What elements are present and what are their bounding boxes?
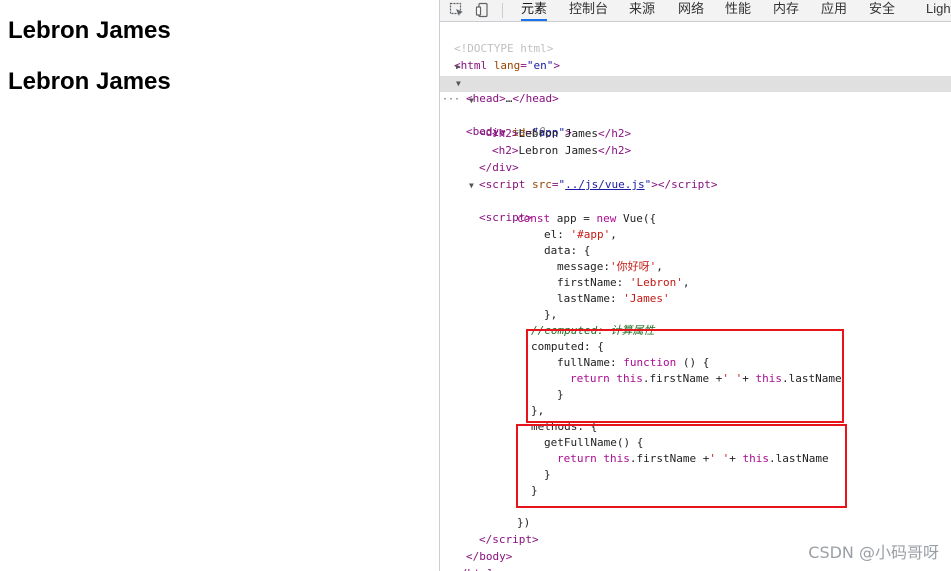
tab-sources[interactable]: 来源 <box>629 0 655 21</box>
tab-console[interactable]: 控制台 <box>569 0 608 21</box>
collapse-triangle-icon[interactable]: ▼ <box>469 97 477 105</box>
tab-memory[interactable]: 内存 <box>773 0 799 21</box>
inspect-icon[interactable] <box>449 2 465 18</box>
dom-line-body[interactable]: ··· ▼ <body> == $0 <box>440 76 951 138</box>
collapse-triangle-icon[interactable]: ▼ <box>456 80 464 88</box>
js-line: el: '#app', <box>440 211 951 241</box>
js-line: //computed: 计算属性 <box>440 307 951 337</box>
js-line: }, <box>440 291 951 321</box>
tab-lighthouse[interactable]: Light <box>926 0 951 21</box>
tab-security[interactable]: 安全 <box>869 0 895 21</box>
dom-line-head[interactable]: ▶ <head>…</head> <box>440 59 951 106</box>
js-line: const app = new Vue({ <box>440 195 951 225</box>
tab-application[interactable]: 应用 <box>821 0 847 21</box>
toolbar-separator <box>502 3 503 18</box>
dom-line-html[interactable]: <html lang="en"> <box>440 42 951 72</box>
devtools-panel: 元素 控制台 来源 网络 性能 内存 应用 安全 Light <!DOCTYPE… <box>439 0 951 571</box>
dom-line-h2[interactable]: <h2>Lebron James</h2> <box>440 110 951 140</box>
html-close-tag: html <box>467 567 494 571</box>
tab-elements[interactable]: 元素 <box>521 0 548 21</box>
elements-dom-tree: <!DOCTYPE html> <html lang="en"> ▶ <head… <box>440 22 951 571</box>
devtools-toolbar: 元素 控制台 来源 网络 性能 内存 应用 安全 Light <box>440 0 951 22</box>
heading-name-1: Lebron James <box>8 17 171 44</box>
js-line: firstName: 'Lebron', <box>440 259 951 289</box>
csdn-watermark: CSDN @小码哥呀 <box>808 543 939 562</box>
device-toggle-icon[interactable] <box>475 2 491 18</box>
collapse-triangle-icon[interactable]: ▼ <box>469 182 477 190</box>
js-line: message:'你好呀', <box>440 243 951 273</box>
js-line: data: { <box>440 227 951 257</box>
methods-highlight-box <box>516 424 847 508</box>
dom-line-script-src[interactable]: <script src="../js/vue.js"></script> <box>440 161 951 191</box>
tab-performance[interactable]: 性能 <box>725 0 751 21</box>
dom-line-div-app[interactable]: ▼ <div id="app"> <box>440 93 951 140</box>
dom-line-script-close[interactable]: </script> <box>440 516 951 546</box>
computed-highlight-box <box>526 329 844 423</box>
dom-line-div-close[interactable]: </div> <box>440 144 951 174</box>
dom-line-doctype[interactable]: <!DOCTYPE html> <box>440 25 951 55</box>
js-line: lastName: 'James' <box>440 275 951 305</box>
rendered-page: Lebron James Lebron James <box>0 0 439 571</box>
dom-line-h2[interactable]: <h2>Lebron James</h2> <box>440 127 951 157</box>
dom-line-script[interactable]: ▼ <script> <box>440 178 951 225</box>
expand-triangle-icon[interactable]: ▶ <box>456 63 464 71</box>
tab-network[interactable]: 网络 <box>678 0 704 21</box>
heading-name-2: Lebron James <box>8 68 171 95</box>
